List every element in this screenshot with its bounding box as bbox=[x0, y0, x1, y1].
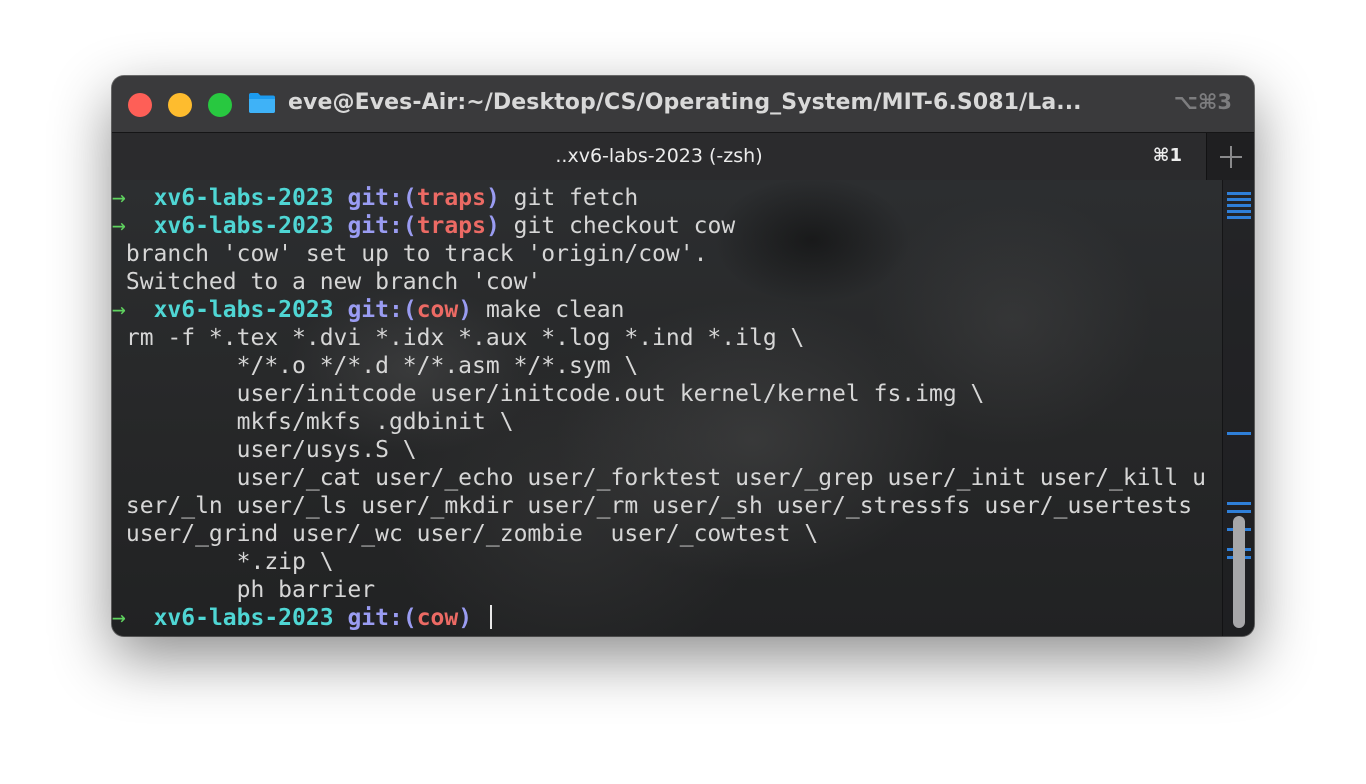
tab-zsh[interactable]: ..xv6-labs-2023 (-zsh) ⌘1 bbox=[112, 133, 1207, 181]
zoom-button[interactable] bbox=[208, 93, 232, 117]
scroll-mark bbox=[1227, 198, 1251, 201]
output-line: user/usys.S \ bbox=[112, 436, 1206, 464]
output-line: ph barrier bbox=[112, 576, 1206, 604]
tab-title: ..xv6-labs-2023 (-zsh) bbox=[555, 145, 763, 167]
prompt-line: → xv6-labs-2023 git:(traps) git fetch bbox=[112, 184, 1206, 212]
text-cursor bbox=[489, 605, 492, 629]
output-line: mkfs/mkfs .gdbinit \ bbox=[112, 408, 1206, 436]
output-line: */*.o */*.d */*.asm */*.sym \ bbox=[112, 352, 1206, 380]
git-branch: cow bbox=[416, 605, 459, 631]
output-line: ser/_ln user/_ls user/_mkdir user/_rm us… bbox=[112, 492, 1206, 520]
terminal-content[interactable]: → xv6-labs-2023 git:(traps) git fetch → x… bbox=[112, 180, 1254, 636]
git-label: git:( bbox=[347, 605, 417, 631]
output-text: branch 'cow' set up to track 'origin/cow… bbox=[112, 241, 708, 267]
prompt-line: → xv6-labs-2023 git:(cow) make clean bbox=[112, 296, 1206, 324]
folder-icon bbox=[249, 93, 275, 113]
minimize-button[interactable] bbox=[168, 93, 192, 117]
git-label: git:( bbox=[347, 185, 417, 211]
output-text: mkfs/mkfs .gdbinit \ bbox=[112, 409, 514, 435]
scroll-mark bbox=[1227, 502, 1251, 505]
git-label-close: ) bbox=[485, 185, 500, 211]
terminal-output[interactable]: → xv6-labs-2023 git:(traps) git fetch → x… bbox=[112, 184, 1206, 632]
output-text: */*.o */*.d */*.asm */*.sym \ bbox=[112, 353, 639, 379]
tab-bar: ..xv6-labs-2023 (-zsh) ⌘1 bbox=[112, 132, 1254, 181]
output-line: Switched to a new branch 'cow' bbox=[112, 268, 1206, 296]
scroll-mark bbox=[1227, 192, 1251, 195]
output-text: *.zip \ bbox=[112, 549, 334, 575]
prompt-arrow-icon: → bbox=[112, 297, 126, 323]
git-branch: cow bbox=[416, 297, 459, 323]
prompt-directory: xv6-labs-2023 bbox=[153, 605, 334, 631]
prompt-arrow-icon: → bbox=[112, 213, 126, 239]
git-label-close: ) bbox=[458, 297, 473, 323]
git-branch: traps bbox=[416, 213, 486, 239]
command-text: git checkout cow bbox=[513, 213, 736, 239]
new-tab-button[interactable] bbox=[1208, 133, 1254, 181]
output-line: user/_cat user/_echo user/_forktest user… bbox=[112, 464, 1206, 492]
terminal-window: eve@Eves-Air:~/Desktop/CS/Operating_Syst… bbox=[112, 76, 1254, 636]
output-text: user/_cat user/_echo user/_forktest user… bbox=[112, 465, 1206, 491]
output-line: branch 'cow' set up to track 'origin/cow… bbox=[112, 240, 1206, 268]
output-line: user/_grind user/_wc user/_zombie user/_… bbox=[112, 520, 1206, 548]
scroll-mark bbox=[1227, 204, 1251, 207]
window-shortcut: ⌥⌘3 bbox=[1173, 90, 1232, 114]
git-label: git:( bbox=[347, 297, 417, 323]
git-label-close: ) bbox=[458, 605, 473, 631]
prompt-line: → xv6-labs-2023 git:(traps) git checkout… bbox=[112, 212, 1206, 240]
output-line: rm -f *.tex *.dvi *.idx *.aux *.log *.in… bbox=[112, 324, 1206, 352]
git-label: git:( bbox=[347, 213, 417, 239]
prompt-directory: xv6-labs-2023 bbox=[153, 213, 334, 239]
git-branch: traps bbox=[416, 185, 486, 211]
output-line: user/initcode user/initcode.out kernel/k… bbox=[112, 380, 1206, 408]
title-bar[interactable]: eve@Eves-Air:~/Desktop/CS/Operating_Syst… bbox=[112, 76, 1254, 132]
command-text: make clean bbox=[485, 297, 625, 323]
prompt-arrow-icon: → bbox=[112, 185, 126, 211]
prompt-directory: xv6-labs-2023 bbox=[153, 297, 334, 323]
command-text: git fetch bbox=[513, 185, 639, 211]
scroll-mark bbox=[1227, 216, 1251, 219]
output-text: ser/_ln user/_ls user/_mkdir user/_rm us… bbox=[112, 493, 1193, 519]
output-text: user/usys.S \ bbox=[112, 437, 417, 463]
output-line: *.zip \ bbox=[112, 548, 1206, 576]
prompt-directory: xv6-labs-2023 bbox=[153, 185, 334, 211]
close-button[interactable] bbox=[128, 93, 152, 117]
scroll-mark bbox=[1227, 210, 1251, 213]
scrollbar[interactable] bbox=[1222, 180, 1254, 636]
scroll-thumb[interactable] bbox=[1233, 516, 1245, 628]
scroll-mark bbox=[1227, 432, 1251, 435]
output-text: user/_grind user/_wc user/_zombie user/_… bbox=[112, 521, 819, 547]
scroll-mark bbox=[1227, 510, 1251, 513]
window-title: eve@Eves-Air:~/Desktop/CS/Operating_Syst… bbox=[288, 90, 1082, 115]
output-text: ph barrier bbox=[112, 577, 376, 603]
tab-shortcut: ⌘1 bbox=[1152, 145, 1182, 166]
prompt-arrow-icon: → bbox=[112, 605, 126, 631]
git-label-close: ) bbox=[485, 213, 500, 239]
output-text: Switched to a new branch 'cow' bbox=[112, 269, 542, 295]
output-text: user/initcode user/initcode.out kernel/k… bbox=[112, 381, 985, 407]
output-text: rm -f *.tex *.dvi *.idx *.aux *.log *.in… bbox=[112, 325, 805, 351]
prompt-line: → xv6-labs-2023 git:(cow) bbox=[112, 604, 1206, 632]
